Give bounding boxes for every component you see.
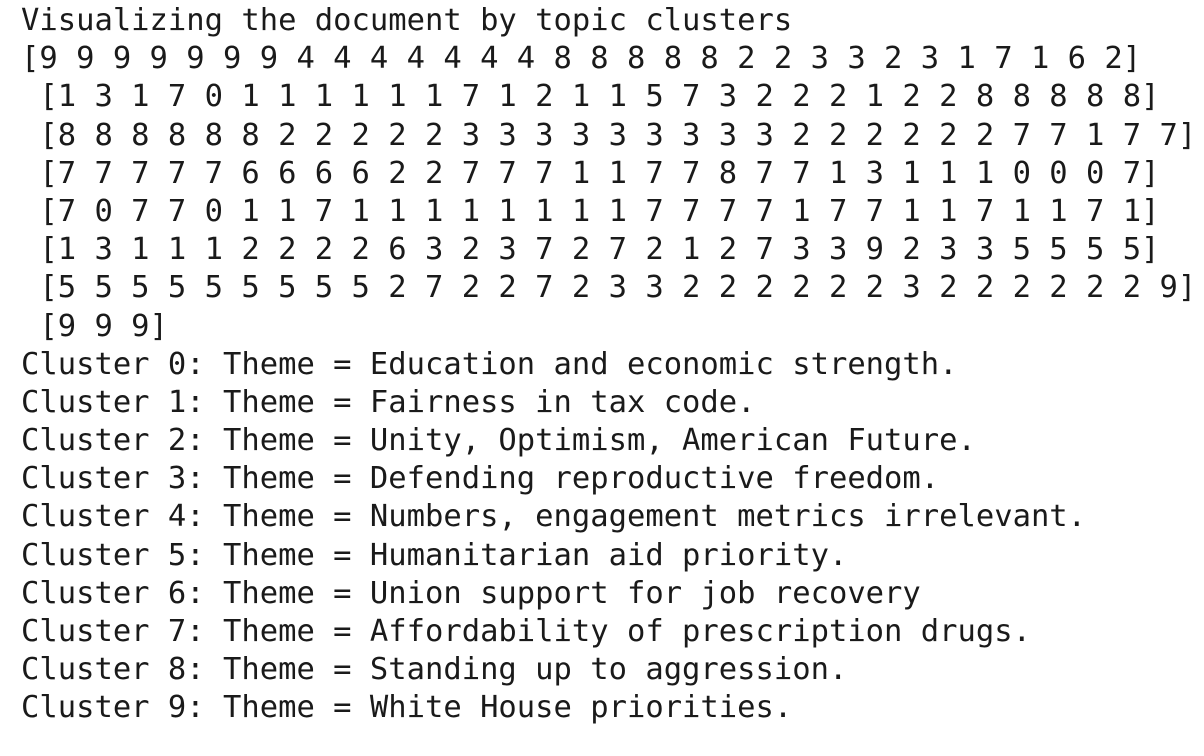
- cluster-array-line: [9 9 9 9 9 9 9 4 4 4 4 4 4 4 8 8 8 8 8 2…: [21, 41, 1142, 77]
- cluster-array-line: [1 3 1 7 0 1 1 1 1 1 1 7 1 2 1 1 5 7 3 2…: [21, 79, 1160, 115]
- cluster-array-line: [5 5 5 5 5 5 5 5 5 2 7 2 2 7 2 3 3 2 2 2…: [21, 270, 1197, 306]
- cluster-theme-line: Cluster 5: Theme = Humanitarian aid prio…: [21, 537, 848, 573]
- cluster-array-line: [7 0 7 7 0 1 1 7 1 1 1 1 1 1 1 1 7 7 7 7…: [21, 193, 1160, 229]
- cluster-array-line: [7 7 7 7 7 6 6 6 6 2 2 7 7 7 1 1 7 7 8 7…: [21, 155, 1160, 191]
- cluster-array-line: [9 9 9]: [21, 308, 168, 344]
- cluster-theme-line: Cluster 6: Theme = Union support for job…: [21, 575, 921, 611]
- cluster-theme-line: Cluster 7: Theme = Affordability of pres…: [21, 614, 1031, 649]
- console-output: Visualizing the document by topic cluste…: [21, 2, 1196, 728]
- cluster-theme-line: Cluster 2: Theme = Unity, Optimism, Amer…: [21, 423, 976, 459]
- cluster-theme-line: Cluster 1: Theme = Fairness in tax code.: [21, 384, 756, 420]
- cluster-theme-line: Cluster 9: Theme = White House prioritie…: [21, 690, 793, 726]
- cluster-theme-line: Cluster 4: Theme = Numbers, engagement m…: [21, 499, 1087, 535]
- cluster-theme-line: Cluster 8: Theme = Standing up to aggres…: [21, 652, 848, 688]
- cluster-array-line: [1 3 1 1 1 2 2 2 2 6 3 2 3 7 2 7 2 1 2 7…: [21, 232, 1160, 268]
- cluster-theme-line: Cluster 0: Theme = Education and economi…: [21, 346, 958, 382]
- cluster-array-line: [8 8 8 8 8 8 2 2 2 2 2 3 3 3 3 3 3 3 3 3…: [21, 117, 1197, 153]
- cluster-theme-line: Cluster 3: Theme = Defending reproductiv…: [21, 461, 940, 497]
- output-header: Visualizing the document by topic cluste…: [21, 3, 793, 38]
